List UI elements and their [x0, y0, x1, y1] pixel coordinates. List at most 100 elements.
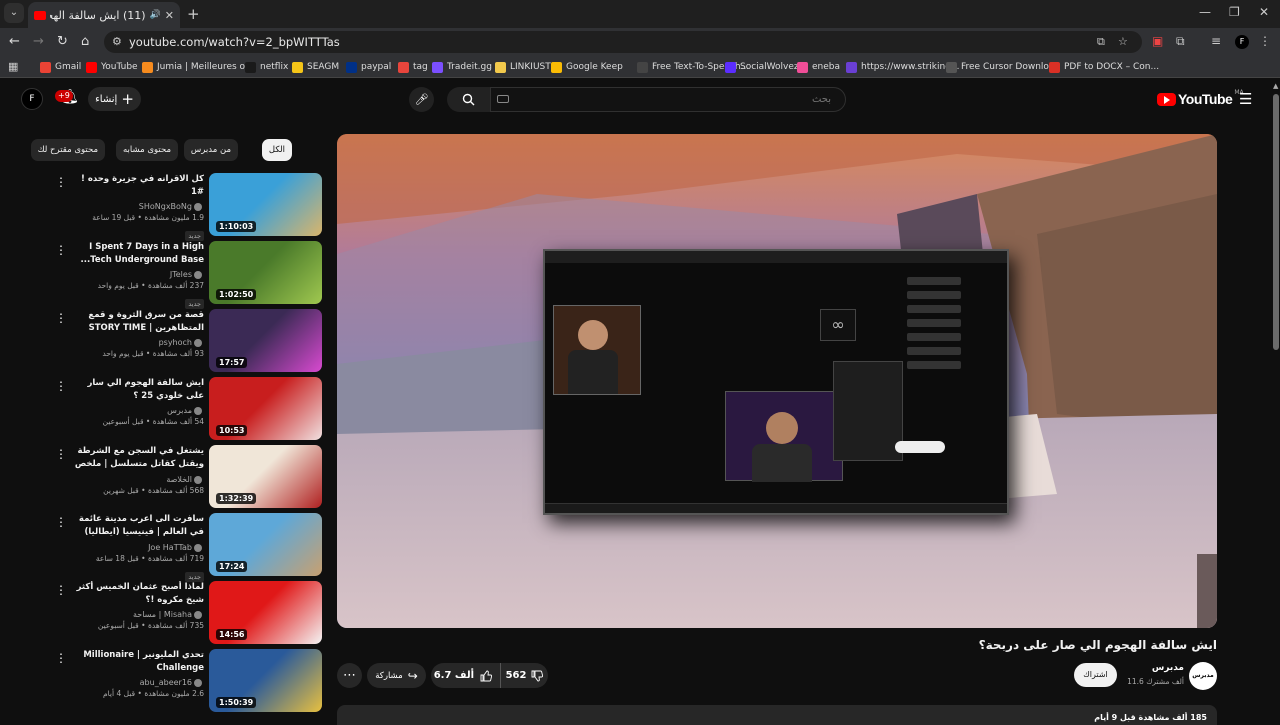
recommendation-title[interactable]: لماذا أصبح عثمان الخميس أكثر شيخ مكروه !…: [74, 581, 204, 607]
scroll-up-icon[interactable]: ▲: [1273, 82, 1278, 90]
description-box[interactable]: 185 ألف مشاهدة قبل 9 أيام: [337, 705, 1217, 725]
bookmark-item[interactable]: eneba: [797, 59, 840, 75]
bookmark-item[interactable]: netflix: [245, 59, 288, 75]
recommendation-item[interactable]: ⋮ يشتغل في السجن مع الشرطة ويقتل كقاتل مت…: [50, 445, 322, 509]
minimize-icon[interactable]: —: [1199, 5, 1211, 19]
recommendation-channel[interactable]: مدبرس: [74, 405, 204, 416]
bookmark-star-icon[interactable]: ☆: [1118, 35, 1128, 48]
search-input[interactable]: [490, 87, 846, 112]
reload-icon[interactable]: ↻: [57, 34, 68, 49]
recommendation-title[interactable]: ايش سالفة الهجوم الي سار على خلودي 25 ؟: [74, 377, 204, 403]
channel-name[interactable]: مدبرس: [1120, 663, 1184, 673]
recommendation-more-icon[interactable]: ⋮: [55, 311, 67, 325]
account-avatar[interactable]: F: [21, 88, 43, 110]
recommendation-item[interactable]: ⋮ سافرت الى اعرب مدينة عائمة في العالم | …: [50, 513, 322, 582]
extension-red-icon[interactable]: ▣: [1152, 34, 1163, 48]
recommendation-more-icon[interactable]: ⋮: [55, 583, 67, 597]
recommendation-channel[interactable]: Misaha | مساحة: [74, 609, 204, 620]
recommendation-title[interactable]: كل الاقرانه في جزيرة وحده ! #1: [74, 173, 204, 199]
recommendation-more-icon[interactable]: ⋮: [55, 175, 67, 189]
recommendation-channel[interactable]: abu_abeer16: [74, 677, 204, 688]
new-badge: جديد: [185, 231, 204, 241]
recommendation-item[interactable]: ⋮ كل الاقرانه في جزيرة وحده ! #1 SHoNgxBoN…: [50, 173, 322, 241]
recommendation-more-icon[interactable]: ⋮: [55, 651, 67, 665]
bookmark-item[interactable]: Google Keep: [551, 59, 623, 75]
recommendation-more-icon[interactable]: ⋮: [55, 243, 67, 257]
install-app-icon[interactable]: ⧉: [1097, 35, 1105, 49]
recommendation-meta: سافرت الى اعرب مدينة عائمة في العالم | ف…: [74, 513, 204, 583]
site-info-icon[interactable]: ⚙: [112, 35, 122, 48]
close-tab-icon[interactable]: ✕: [165, 9, 174, 22]
bookmark-item[interactable]: https://www.striking...: [846, 59, 960, 75]
back-icon[interactable]: ←: [9, 34, 20, 49]
filter-chip[interactable]: محتوى مشابه: [116, 139, 178, 161]
guide-menu-icon[interactable]: ☰: [1239, 90, 1252, 108]
recommendation-item[interactable]: ⋮ I Spent 7 Days in a High Tech Undergrou…: [50, 241, 322, 309]
subscribe-button[interactable]: اشتراك: [1074, 663, 1117, 687]
browser-profile-avatar[interactable]: F: [1235, 35, 1249, 49]
bookmark-label: paypal: [361, 62, 392, 72]
recommendation-title[interactable]: يشتغل في السجن مع الشرطة ويقتل كقاتل متس…: [74, 445, 204, 472]
dislike-button[interactable]: 562: [501, 663, 548, 688]
extensions-puzzle-icon[interactable]: ⧉: [1176, 34, 1185, 49]
recommendation-title[interactable]: سافرت الى اعرب مدينة عائمة في العالم | ف…: [74, 513, 204, 540]
bookmark-item[interactable]: PDF to DOCX – Con...: [1049, 59, 1159, 75]
recommendation-title[interactable]: تحدي المليونير | Millionaire Challenge: [74, 649, 204, 675]
chip-all[interactable]: الكل: [261, 139, 292, 161]
recommendation-channel[interactable]: SHoNgxBoNg: [74, 201, 204, 212]
browser-menu-icon[interactable]: ⋮: [1259, 34, 1271, 48]
recommendation-meta: كل الاقرانه في جزيرة وحده ! #1 SHoNgxBoNg…: [74, 173, 204, 242]
recommendation-item[interactable]: ⋮ لماذا أصبح عثمان الخميس أكثر شيخ مكروه …: [50, 581, 322, 645]
page-scrollbar[interactable]: ▲: [1272, 80, 1280, 720]
scrollbar-thumb[interactable]: [1273, 94, 1279, 350]
recommendation-more-icon[interactable]: ⋮: [55, 379, 67, 393]
bookmark-item[interactable]: LINKIUST: [495, 59, 551, 75]
recommendation-title[interactable]: قصة من سرق الثروة و قمع المتظاهرين | STO…: [74, 309, 204, 335]
close-window-icon[interactable]: ✕: [1259, 5, 1269, 19]
omnibox[interactable]: ⚙ youtube.com/watch?v=2_bpWITTTas ⧉ ☆: [104, 31, 1142, 53]
create-button[interactable]: إنشاء +: [88, 87, 141, 111]
recommendation-more-icon[interactable]: ⋮: [55, 447, 67, 461]
bookmark-item[interactable]: SEAGM: [292, 59, 339, 75]
bookmark-item[interactable]: tag: [398, 59, 428, 75]
more-actions-button[interactable]: ⋯: [337, 663, 362, 688]
search-button[interactable]: [447, 87, 490, 112]
recommendation-title[interactable]: I Spent 7 Days in a High Tech Undergroun…: [74, 241, 204, 267]
bookmark-item[interactable]: Jumia | Meilleures o...: [142, 59, 253, 75]
restore-icon[interactable]: ❐: [1229, 5, 1240, 19]
recommendation-item[interactable]: ⋮ قصة من سرق الثروة و قمع المتظاهرين | ST…: [50, 309, 322, 373]
apps-grid-icon[interactable]: ▦: [8, 60, 18, 73]
youtube-logo[interactable]: YouTube MA: [1157, 89, 1244, 107]
bookmark-item[interactable]: paypal: [346, 59, 391, 75]
share-button[interactable]: مشاركة ↪: [367, 663, 426, 688]
filter-chip[interactable]: من مدبرس: [183, 139, 238, 161]
keyboard-icon[interactable]: [497, 95, 509, 103]
video-player[interactable]: ∞: [337, 134, 1217, 628]
home-icon[interactable]: ⌂: [81, 34, 89, 49]
active-tab[interactable]: (11) ايش سالفة الهجوم الي ح 🔊 ✕: [28, 2, 180, 28]
media-controls-icon[interactable]: ≡: [1211, 34, 1221, 48]
url-text[interactable]: youtube.com/watch?v=2_bpWITTTas: [129, 35, 340, 49]
like-button[interactable]: 6.7 ألف: [431, 663, 501, 688]
more-horizontal-icon: ⋯: [343, 668, 356, 683]
recommendation-channel[interactable]: Joe HaTTab: [74, 542, 204, 553]
recommendation-item[interactable]: ⋮ تحدي المليونير | Millionaire Challenge a…: [50, 649, 322, 713]
filter-chip[interactable]: محتوى مقترح لك: [30, 139, 105, 161]
tab-search-button[interactable]: ⌄: [4, 3, 24, 23]
recommendation-channel[interactable]: الخلاصة: [74, 474, 204, 485]
voice-search-mic-icon[interactable]: 🎤︎: [409, 87, 434, 112]
bookmark-favicon-icon: [1049, 61, 1060, 73]
bookmark-item[interactable]: Tradeit.gg: [432, 59, 492, 75]
bookmark-item[interactable]: Free Cursor Downlo...: [946, 59, 1057, 75]
bookmark-item[interactable]: SocialWolvez: [725, 59, 799, 75]
new-tab-button[interactable]: +: [187, 5, 200, 23]
recommendation-channel[interactable]: JTeles: [74, 269, 204, 280]
recommendation-item[interactable]: ⋮ ايش سالفة الهجوم الي سار على خلودي 25 ؟…: [50, 377, 322, 441]
bookmark-item[interactable]: YouTube: [86, 59, 138, 75]
bookmark-item[interactable]: Gmail: [40, 59, 81, 75]
forward-icon[interactable]: →: [33, 34, 44, 49]
recommendation-channel[interactable]: psyhoch: [74, 337, 204, 348]
channel-avatar[interactable]: مدبرس: [1189, 662, 1217, 690]
speaker-icon[interactable]: 🔊: [150, 10, 161, 20]
recommendation-more-icon[interactable]: ⋮: [55, 515, 67, 529]
